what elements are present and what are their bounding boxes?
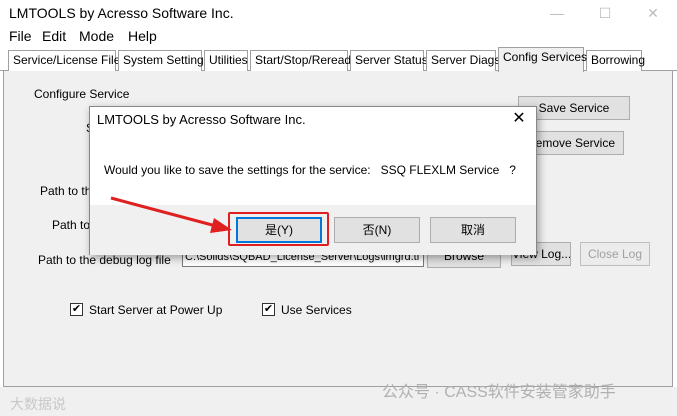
minimize-icon[interactable]: —: [546, 3, 568, 23]
menu-file[interactable]: File: [9, 28, 32, 44]
configure-service-label: Configure Service: [34, 87, 130, 101]
start-at-power-up-label: Start Server at Power Up: [89, 303, 223, 317]
dialog-message: Would you like to save the settings for …: [104, 163, 516, 177]
tab-service-license-file[interactable]: Service/License File: [8, 50, 120, 71]
watermark-text: 公众号 · CASS软件安装管家助手: [382, 384, 616, 401]
menu-edit[interactable]: Edit: [42, 28, 66, 44]
no-button[interactable]: 否(N): [334, 217, 420, 243]
path-debug-log-label: Path to the debug log file: [38, 253, 171, 267]
tab-borrowing[interactable]: Borrowing: [586, 50, 645, 71]
close-log-button[interactable]: Close Log: [580, 242, 650, 266]
menu-bar: File Edit Mode Help: [0, 26, 677, 46]
maximize-icon[interactable]: ☐: [594, 3, 616, 23]
use-services-checkbox[interactable]: ✔: [262, 303, 275, 316]
tab-system-settings[interactable]: System Settings: [118, 50, 210, 71]
close-icon[interactable]: ✕: [642, 3, 664, 23]
tab-config-services[interactable]: Config Services: [498, 47, 587, 72]
tab-strip: Service/License File System Settings Uti…: [0, 47, 677, 72]
title-bar: LMTOOLS by Acresso Software Inc. — ☐ ✕: [0, 0, 677, 26]
watermark-left-text: 大数据说: [10, 396, 66, 412]
tab-utilities[interactable]: Utilities: [204, 50, 248, 71]
menu-mode[interactable]: Mode: [79, 28, 114, 44]
yes-button-highlight-box: [228, 212, 329, 246]
start-at-power-up-checkbox[interactable]: ✔: [70, 303, 83, 316]
dialog-close-icon[interactable]: ✕: [508, 108, 530, 130]
menu-help[interactable]: Help: [128, 28, 157, 44]
use-services-label: Use Services: [281, 303, 352, 317]
cancel-button[interactable]: 取消: [430, 217, 516, 243]
tab-start-stop-reread[interactable]: Start/Stop/Reread: [250, 50, 351, 71]
dialog-title: LMTOOLS by Acresso Software Inc.: [97, 112, 306, 127]
window-title: LMTOOLS by Acresso Software Inc.: [9, 5, 234, 21]
tab-server-diags[interactable]: Server Diags: [426, 50, 500, 71]
tab-server-status[interactable]: Server Status: [350, 50, 428, 71]
